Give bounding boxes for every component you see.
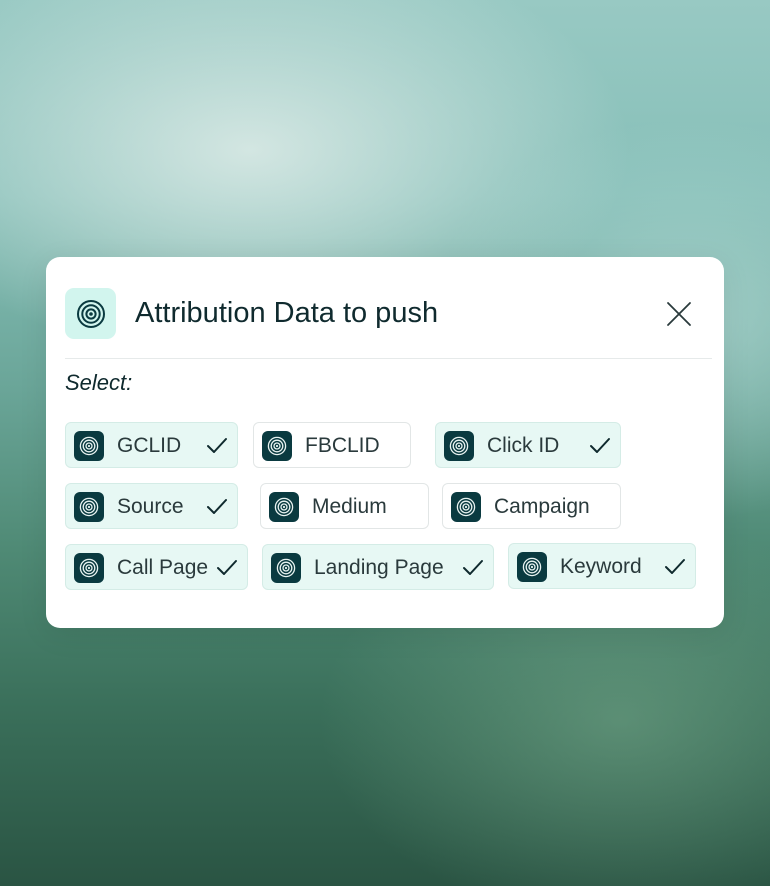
target-rings-icon [74, 431, 104, 461]
chip-source[interactable]: Source [65, 483, 238, 529]
checkmark-icon [589, 436, 611, 456]
attribution-dialog: Attribution Data to push Select: GCLID FB… [46, 257, 724, 628]
checkmark-icon [206, 497, 228, 517]
chip-label: Campaign [494, 495, 590, 518]
close-icon[interactable] [666, 301, 692, 327]
chip-label: FBCLID [305, 434, 380, 457]
checkmark-icon [664, 557, 686, 577]
dialog-title: Attribution Data to push [135, 297, 439, 329]
checkmark-icon [206, 436, 228, 456]
target-rings-icon [444, 431, 474, 461]
close-button[interactable] [666, 301, 692, 327]
target-rings-icon [451, 492, 481, 522]
chip-click-id[interactable]: Click ID [435, 422, 621, 468]
chip-keyword[interactable]: Keyword [508, 543, 696, 589]
chip-label: Keyword [560, 555, 642, 578]
chip-medium[interactable]: Medium [260, 483, 429, 529]
chip-label: Click ID [487, 434, 560, 457]
chip-label: Landing Page [314, 556, 444, 579]
target-rings-icon [65, 288, 116, 339]
target-rings-icon [269, 492, 299, 522]
target-rings-icon [271, 553, 301, 583]
chip-label: Call Page [117, 556, 209, 579]
chip-landing-page[interactable]: Landing Page [262, 544, 494, 590]
dialog-header: Attribution Data to push [65, 288, 712, 359]
target-rings-icon [517, 552, 547, 582]
target-rings-icon [262, 431, 292, 461]
checkmark-icon [462, 558, 484, 578]
chip-gclid[interactable]: GCLID [65, 422, 238, 468]
select-label: Select: [65, 370, 133, 395]
chip-call-page[interactable]: Call Page [65, 544, 248, 590]
checkmark-icon [216, 558, 238, 578]
target-rings-icon [74, 492, 104, 522]
chip-campaign[interactable]: Campaign [442, 483, 621, 529]
chip-fbclid[interactable]: FBCLID [253, 422, 411, 468]
chip-label: GCLID [117, 434, 182, 457]
chip-label: Source [117, 495, 184, 518]
chip-label: Medium [312, 495, 387, 518]
target-rings-icon [74, 553, 104, 583]
